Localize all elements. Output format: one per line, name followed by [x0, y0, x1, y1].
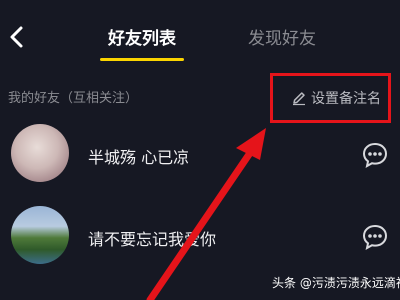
chat-button[interactable] [360, 140, 390, 170]
annotation-highlight-box [270, 73, 391, 123]
active-tab-indicator [100, 58, 184, 61]
tab-friend-list[interactable]: 好友列表 [96, 24, 188, 54]
avatar[interactable] [11, 206, 69, 264]
chat-bubble-icon [362, 142, 388, 168]
friend-name: 请不要忘记我爱你 [88, 230, 217, 249]
chat-bubble-icon [362, 224, 388, 250]
chat-button[interactable] [360, 222, 390, 252]
back-button[interactable] [6, 22, 28, 52]
watermark: 头条 @污渍污渍永远滴神 [272, 276, 400, 290]
friend-name: 半城殇 心已凉 [88, 148, 190, 167]
avatar[interactable] [11, 124, 69, 182]
top-bar: 好友列表 发现好友 [0, 0, 400, 78]
friend-row[interactable]: 请不要忘记我爱你 [0, 200, 400, 280]
friends-section-title: 我的好友（互相关注） [8, 91, 139, 106]
friend-row[interactable]: 半城殇 心已凉 [0, 118, 400, 198]
tab-discover-friends[interactable]: 发现好友 [236, 24, 328, 54]
chevron-left-icon [10, 26, 23, 48]
